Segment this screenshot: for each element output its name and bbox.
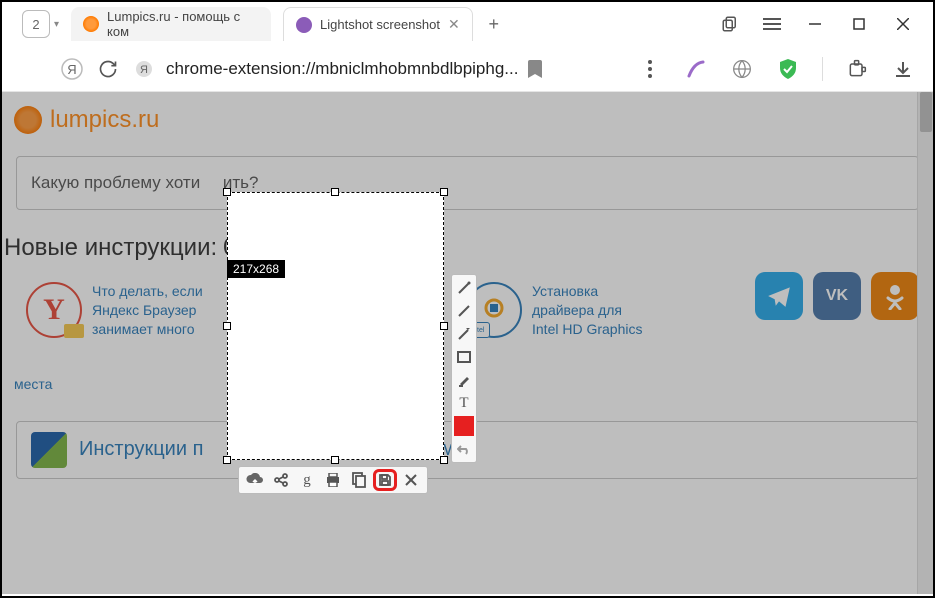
undo-tool-icon[interactable]: [454, 439, 474, 459]
selection-dimensions-label: 217x268: [227, 260, 285, 278]
globe-icon[interactable]: [730, 57, 754, 81]
resize-handle-w[interactable]: [223, 322, 231, 330]
svg-text:Я: Я: [67, 62, 76, 77]
text-tool-icon[interactable]: T: [454, 393, 474, 413]
upload-cloud-icon[interactable]: [243, 469, 267, 491]
google-search-icon[interactable]: g: [295, 469, 319, 491]
print-icon[interactable]: [321, 469, 345, 491]
lightshot-selection[interactable]: [227, 192, 444, 460]
rectangle-tool-icon[interactable]: [454, 347, 474, 367]
svg-text:Я: Я: [140, 64, 148, 76]
resize-handle-n[interactable]: [331, 188, 339, 196]
lightshot-extension-icon[interactable]: [684, 57, 708, 81]
close-button[interactable]: [881, 4, 925, 44]
extensions-icon[interactable]: [845, 57, 869, 81]
url-text[interactable]: chrome-extension://mbniclmhobmnbdlbpiphg…: [166, 59, 518, 79]
share-icon[interactable]: [269, 469, 293, 491]
close-icon[interactable]: ✕: [448, 16, 460, 33]
tab-lightshot[interactable]: Lightshot screenshot ✕: [283, 7, 473, 41]
arrow-tool-icon[interactable]: [454, 324, 474, 344]
pen-tool-icon[interactable]: [454, 278, 474, 298]
resize-handle-ne[interactable]: [440, 188, 448, 196]
yandex-logo-icon[interactable]: Я: [60, 57, 84, 81]
resize-handle-se[interactable]: [440, 456, 448, 464]
copy-icon[interactable]: [347, 469, 371, 491]
downloads-icon[interactable]: [891, 57, 915, 81]
bookmark-icon[interactable]: [528, 60, 542, 78]
resize-handle-e[interactable]: [440, 322, 448, 330]
favicon-lumpics: [83, 16, 99, 32]
page-content: lumpics.ru Какую проблему хоти----ить? Н…: [2, 92, 933, 594]
tab-label: Lumpics.ru - помощь с ком: [107, 9, 259, 39]
lightshot-vertical-toolbar: T: [451, 274, 477, 463]
save-icon[interactable]: [373, 469, 397, 491]
browser-titlebar: 2 ▾ Lumpics.ru - помощь с ком Lightshot …: [2, 2, 933, 46]
line-tool-icon[interactable]: [454, 301, 474, 321]
menu-icon[interactable]: [751, 4, 793, 44]
marker-tool-icon[interactable]: [454, 370, 474, 390]
color-picker-icon[interactable]: [454, 416, 474, 436]
site-icon[interactable]: Я: [132, 57, 156, 81]
resize-handle-sw[interactable]: [223, 456, 231, 464]
chevron-down-icon[interactable]: ▾: [54, 19, 59, 30]
reload-icon[interactable]: [96, 57, 120, 81]
favicon-lightshot: [296, 17, 312, 33]
tab-lumpics[interactable]: Lumpics.ru - помощь с ком: [71, 7, 271, 41]
tab-counter[interactable]: 2: [22, 10, 50, 38]
close-selection-icon[interactable]: [399, 469, 423, 491]
resize-handle-s[interactable]: [331, 456, 339, 464]
address-bar: Я Я chrome-extension://mbniclmhobmnbdlbp…: [2, 46, 933, 92]
minimize-button[interactable]: [793, 4, 837, 44]
resize-handle-nw[interactable]: [223, 188, 231, 196]
kebab-menu-icon[interactable]: [638, 57, 662, 81]
maximize-button[interactable]: [837, 4, 881, 44]
lightshot-horizontal-toolbar: g: [238, 466, 428, 494]
tab-label: Lightshot screenshot: [320, 17, 440, 32]
copy-link-icon[interactable]: [709, 4, 751, 44]
shield-icon[interactable]: [776, 57, 800, 81]
new-tab-button[interactable]: +: [481, 11, 507, 37]
